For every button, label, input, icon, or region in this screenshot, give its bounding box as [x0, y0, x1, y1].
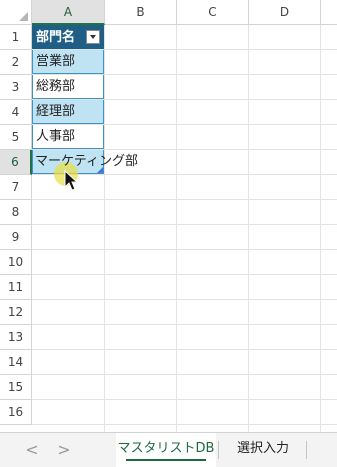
- gridline: [32, 324, 337, 325]
- gridline: [32, 374, 337, 375]
- mouse-pointer-icon: [64, 170, 79, 191]
- column-header-e[interactable]: [321, 0, 337, 25]
- row-header-10[interactable]: 10: [0, 250, 32, 275]
- table-cell[interactable]: 人事部: [32, 125, 104, 149]
- row-header-5[interactable]: 5: [0, 125, 32, 150]
- table-cell-text: マーケティング部: [35, 154, 138, 169]
- row-header-13[interactable]: 13: [0, 325, 32, 350]
- tab-separator: [306, 441, 307, 459]
- gridline: [104, 25, 105, 432]
- sheet-tab-selection-input[interactable]: 選択入力: [222, 433, 304, 467]
- gridline: [32, 349, 337, 350]
- gridline: [248, 25, 249, 432]
- table-cell[interactable]: 総務部: [32, 75, 104, 99]
- table-cell[interactable]: 経理部: [32, 100, 104, 124]
- table-cell[interactable]: 営業部: [32, 50, 104, 74]
- active-tab-underline: [126, 459, 206, 461]
- tab-separator: [218, 441, 219, 459]
- table-header-label: 部門名: [36, 30, 76, 45]
- filter-dropdown-icon[interactable]: [86, 30, 100, 44]
- row-header-3[interactable]: 3: [0, 75, 32, 100]
- gridline: [32, 399, 337, 400]
- row-header-9[interactable]: 9: [0, 225, 32, 250]
- table-header-cell[interactable]: 部門名: [32, 25, 104, 49]
- gridline: [320, 25, 321, 432]
- sheet-tab-masterlist[interactable]: マスタリストDB: [116, 433, 216, 467]
- row-header-4[interactable]: 4: [0, 100, 32, 125]
- gridline: [32, 199, 337, 200]
- row-header-16[interactable]: 16: [0, 400, 32, 425]
- spreadsheet-grid[interactable]: A B C D 1 2 3 4 5 6 7 8 9 10 11 12 13 14…: [0, 0, 337, 432]
- column-header-d[interactable]: D: [249, 0, 321, 25]
- sheet-tab-bar: < > マスタリストDB 選択入力: [0, 432, 337, 467]
- row-header-15[interactable]: 15: [0, 375, 32, 400]
- row-header-14[interactable]: 14: [0, 350, 32, 375]
- gridline: [32, 299, 337, 300]
- scroll-tabs-right-button[interactable]: >: [54, 440, 74, 460]
- row-header-11[interactable]: 11: [0, 275, 32, 300]
- row-header-12[interactable]: 12: [0, 300, 32, 325]
- scroll-tabs-left-button[interactable]: <: [22, 440, 42, 460]
- row-header-8[interactable]: 8: [0, 200, 32, 225]
- row-header-2[interactable]: 2: [0, 50, 32, 75]
- gridline: [32, 224, 337, 225]
- sheet-tab-label: 選択入力: [236, 441, 289, 456]
- row-header-7[interactable]: 7: [0, 175, 32, 200]
- column-header-c[interactable]: C: [177, 0, 249, 25]
- gridline: [32, 274, 337, 275]
- gridline: [32, 249, 337, 250]
- select-all-icon: [19, 12, 28, 21]
- row-header-6[interactable]: 6: [0, 150, 32, 175]
- gridline: [176, 25, 177, 432]
- row-header-1[interactable]: 1: [0, 25, 32, 50]
- column-header-b[interactable]: B: [105, 0, 177, 25]
- column-header-a[interactable]: A: [32, 0, 105, 25]
- select-all-button[interactable]: [0, 0, 32, 25]
- gridline: [32, 424, 337, 425]
- table-cell[interactable]: マーケティング部: [32, 150, 138, 174]
- sheet-tab-label: マスタリストDB: [117, 441, 215, 456]
